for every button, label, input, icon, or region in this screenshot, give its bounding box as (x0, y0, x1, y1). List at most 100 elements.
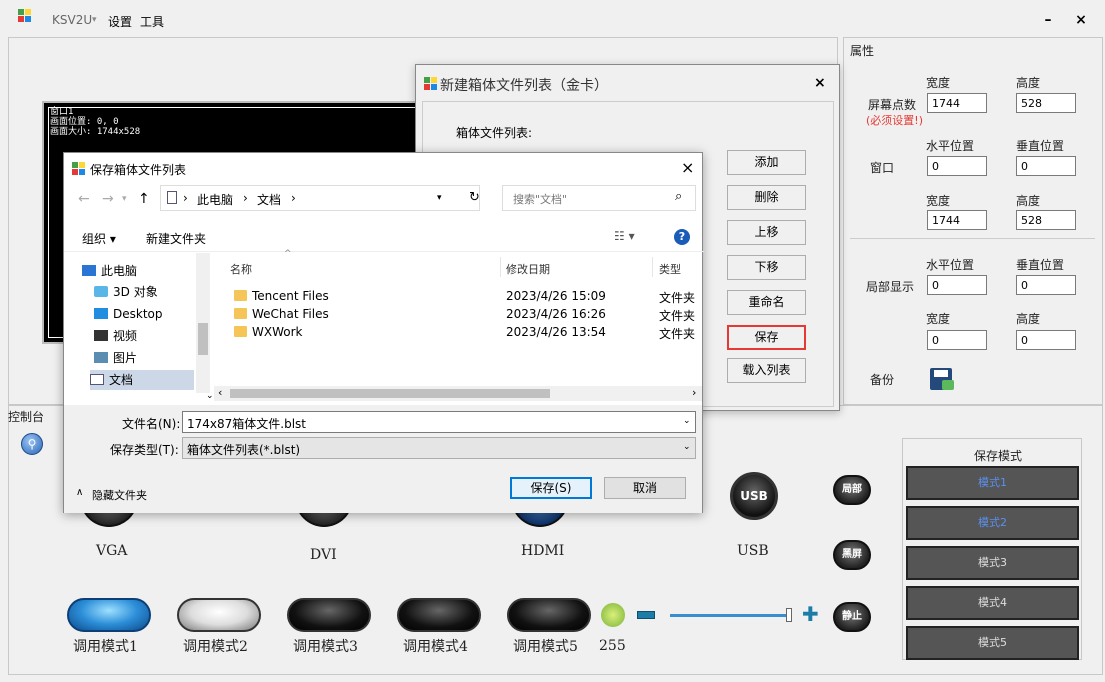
save-mode-4-button[interactable]: 模式4 (906, 586, 1079, 620)
nav-pane: 此电脑 3D 对象 Desktop 视频 图片 文档 (64, 253, 212, 403)
save-mode-title: 保存模式 (974, 449, 1023, 463)
nav-desktop[interactable]: Desktop (94, 304, 163, 324)
hide-folders-chevron-icon[interactable]: ∧ (76, 487, 83, 498)
save-list-button[interactable]: 保存 (727, 325, 806, 350)
save-mode-2-button[interactable]: 模式2 (906, 506, 1079, 540)
file-row[interactable]: WeChat Files 2023/4/26 16:26 文件夹 (234, 307, 699, 325)
window-width-input[interactable] (927, 210, 987, 230)
nav-3d-objects[interactable]: 3D 对象 (94, 282, 158, 302)
call-mode-5-button[interactable] (507, 598, 591, 632)
up-arrow-icon[interactable]: ↑ (138, 191, 150, 207)
screen-height-input[interactable] (1016, 93, 1076, 113)
cabinet-dialog-close-button[interactable]: × (814, 75, 826, 91)
filetype-label: 保存类型(T): (110, 443, 179, 457)
filetype-select[interactable]: 箱体文件列表(*.blst) ⌄ (182, 437, 696, 459)
menu-tools[interactable]: 工具 (140, 13, 164, 30)
refresh-icon[interactable]: ↻ (469, 190, 480, 205)
new-folder-button[interactable]: 新建文件夹 (146, 230, 206, 247)
file-date: 2023/4/26 15:09 (506, 289, 606, 303)
console-label: 控制台 (8, 410, 45, 424)
window-height-input[interactable] (1016, 210, 1076, 230)
file-row[interactable]: Tencent Files 2023/4/26 15:09 文件夹 (234, 289, 699, 307)
screen-width-input[interactable] (927, 93, 987, 113)
filename-dropdown-icon[interactable]: ⌄ (683, 416, 691, 426)
save-button[interactable]: 保存(S) (510, 477, 592, 499)
file-type: 文件夹 (659, 291, 696, 305)
usb-button[interactable]: USB (730, 472, 778, 520)
delete-button[interactable]: 删除 (727, 185, 806, 210)
view-options-icon[interactable]: ☷ ▾ (614, 229, 635, 243)
freeze-button[interactable]: 静止 (833, 602, 871, 632)
save-mode-3-button[interactable]: 模式3 (906, 546, 1079, 580)
column-type[interactable]: 类型 (659, 261, 681, 277)
call-mode-3-label: 调用模式3 (293, 639, 358, 655)
call-mode-3-button[interactable] (287, 598, 371, 632)
column-date[interactable]: 修改日期 (506, 261, 550, 277)
save-dialog-title: 保存箱体文件列表 (90, 163, 187, 177)
file-row[interactable]: WXWork 2023/4/26 13:54 文件夹 (234, 325, 699, 343)
address-bar[interactable]: › 此电脑 › 文档 › ▾ (160, 185, 480, 211)
file-list-h-scrollbar[interactable]: ‹ › (214, 386, 702, 401)
filename-input[interactable]: 174x87箱体文件.blst ⌄ (182, 411, 696, 433)
local-x-input[interactable] (927, 275, 987, 295)
preview-size: 画面大小: 1744x528 (50, 127, 141, 137)
save-mode-5-button[interactable]: 模式5 (906, 626, 1079, 660)
call-mode-1-label: 调用模式1 (73, 639, 138, 655)
local-y-input[interactable] (1016, 275, 1076, 295)
save-dialog-close-button[interactable]: × (681, 158, 694, 177)
backup-save-icon[interactable] (930, 368, 954, 390)
brightness-minus-icon[interactable] (637, 611, 655, 619)
rename-button[interactable]: 重命名 (727, 290, 806, 315)
cancel-button[interactable]: 取消 (604, 477, 686, 499)
file-name: WeChat Files (252, 307, 329, 321)
documents-small-icon (167, 191, 177, 204)
move-down-button[interactable]: 下移 (727, 255, 806, 280)
window-y-input[interactable] (1016, 156, 1076, 176)
call-mode-4-button[interactable] (397, 598, 481, 632)
nav-videos[interactable]: 视频 (94, 326, 137, 346)
brightness-plus-icon[interactable]: ✚ (802, 602, 819, 626)
brightness-slider-handle[interactable] (786, 608, 792, 622)
breadcrumb-documents[interactable]: 文档 (257, 191, 281, 208)
organize-menu[interactable]: 组织 ▾ (82, 230, 116, 247)
column-name[interactable]: 名称 (230, 261, 252, 277)
search-box[interactable]: 搜索"文档" ⌕ (502, 185, 696, 211)
title-bar: KSV2U ▾ 设置 工具 – × (0, 0, 1105, 38)
recent-chevron-icon[interactable]: ▾ (122, 194, 127, 204)
app-menu-chevron-icon[interactable]: ▾ (92, 15, 97, 25)
nav-scrollbar[interactable] (196, 253, 210, 393)
nav-pictures[interactable]: 图片 (94, 348, 137, 368)
local-width-input[interactable] (927, 330, 987, 350)
app-title: KSV2U (52, 13, 93, 27)
call-mode-2-button[interactable] (177, 598, 261, 632)
file-type: 文件夹 (659, 309, 696, 323)
nav-this-pc[interactable]: 此电脑 (82, 261, 137, 281)
save-mode-1-button[interactable]: 模式1 (906, 466, 1079, 500)
minimize-button[interactable]: – (1035, 8, 1061, 32)
add-button[interactable]: 添加 (727, 150, 806, 175)
hide-folders-toggle[interactable]: 隐藏文件夹 (92, 487, 147, 503)
file-type: 文件夹 (659, 327, 696, 341)
usb-connect-icon[interactable]: ⚲ (21, 433, 43, 455)
breadcrumb-this-pc[interactable]: 此电脑 (197, 191, 233, 208)
move-up-button[interactable]: 上移 (727, 220, 806, 245)
menu-settings[interactable]: 设置 (108, 13, 132, 30)
local-height-input[interactable] (1016, 330, 1076, 350)
dvi-label: DVI (310, 547, 337, 563)
load-list-button[interactable]: 载入列表 (727, 358, 806, 383)
call-mode-1-button[interactable] (67, 598, 151, 632)
window-x-input[interactable] (927, 156, 987, 176)
help-icon[interactable]: ? (674, 229, 690, 245)
usb-label: USB (737, 543, 769, 559)
local-display-button[interactable]: 局部 (833, 475, 871, 505)
black-screen-button[interactable]: 黑屏 (833, 540, 871, 570)
back-arrow-icon[interactable]: ← (78, 191, 90, 207)
nav-documents[interactable]: 文档 (90, 370, 194, 390)
filetype-dropdown-icon[interactable]: ⌄ (683, 442, 691, 452)
nav-scroll-down-icon[interactable]: ⌄ (206, 391, 214, 401)
address-dropdown-icon[interactable]: ▾ (437, 193, 442, 203)
forward-arrow-icon[interactable]: → (102, 191, 114, 207)
brightness-slider[interactable] (670, 614, 790, 617)
folder-icon (234, 326, 247, 337)
close-button[interactable]: × (1068, 8, 1094, 32)
